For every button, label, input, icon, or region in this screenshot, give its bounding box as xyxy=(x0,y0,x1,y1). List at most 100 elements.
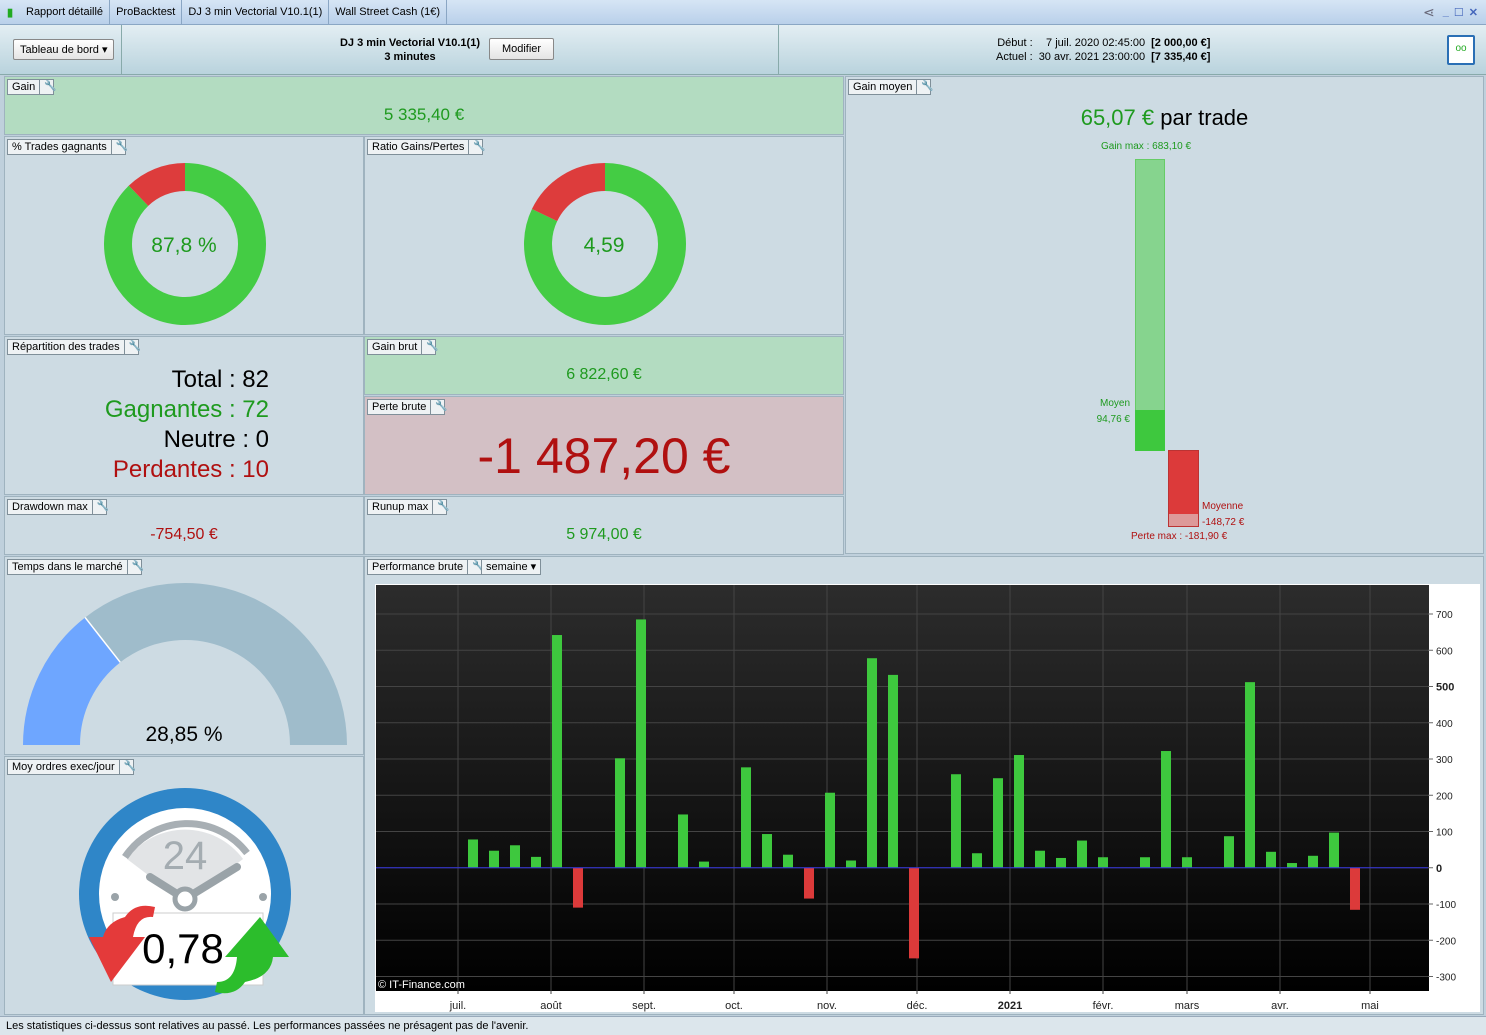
bar xyxy=(888,674,898,868)
x-tick-label: févr. xyxy=(1093,1000,1114,1012)
y-tick-label: 700 xyxy=(1436,610,1453,621)
gross-loss-panel: Perte brute 🔧 -1 487,20 € xyxy=(364,396,844,495)
dashboard-select[interactable]: Tableau de bord ▾ xyxy=(13,39,115,60)
time-in-market-value: 28,85 % xyxy=(145,723,223,746)
minimize-icon[interactable]: _ xyxy=(1443,6,1449,18)
wrench-icon: 🔧 xyxy=(118,760,136,774)
x-tick-label: 2021 xyxy=(998,1000,1022,1012)
tab-detailed-report[interactable]: Rapport détaillé xyxy=(20,0,111,25)
current-label: Actuel : xyxy=(996,51,1033,63)
ratio-panel: Ratio Gains/Pertes 🔧 4,59 xyxy=(364,136,844,335)
bar xyxy=(951,774,961,868)
gain-label[interactable]: Gain 🔧 xyxy=(7,79,57,95)
bar xyxy=(1056,857,1066,868)
avg-gain-suffix: par trade xyxy=(1154,105,1249,130)
runup-panel: Runup max 🔧 5 974,00 € xyxy=(364,496,844,555)
close-icon[interactable]: ✕ xyxy=(1469,6,1478,19)
max-loss-label: Perte max : -181,90 € xyxy=(1131,531,1228,542)
bar xyxy=(1245,682,1255,868)
y-tick-label: 300 xyxy=(1436,755,1453,766)
bar xyxy=(825,792,835,868)
wrench-icon: 🔧 xyxy=(123,340,141,354)
bar xyxy=(1077,840,1087,868)
bar xyxy=(1266,851,1276,868)
gross-gain-value: 6 822,60 € xyxy=(566,366,642,383)
bar xyxy=(972,853,982,868)
bar xyxy=(804,867,814,899)
dashboard-select-label: Tableau de bord xyxy=(20,44,99,56)
bar xyxy=(846,860,856,868)
bar xyxy=(1035,850,1045,868)
report-settings-icon[interactable]: oo xyxy=(1447,35,1475,65)
bar xyxy=(762,834,772,868)
total-trades: Total : 82 xyxy=(171,366,269,393)
win-pct-label[interactable]: % Trades gagnants 🔧 xyxy=(7,139,128,155)
start-capital: [2 000,00 €] xyxy=(1151,37,1211,49)
orders-panel: Moy ordres exec/jour 🔧 24 0,78 xyxy=(4,756,364,1015)
y-tick-label: -100 xyxy=(1436,900,1456,911)
report-header: Tableau de bord ▾ DJ 3 min Vectorial V10… xyxy=(0,25,1486,75)
tab-instrument[interactable]: Wall Street Cash (1€) xyxy=(329,0,448,25)
gross-gain-label[interactable]: Gain brut 🔧 xyxy=(367,339,439,355)
period-select[interactable]: semaine ▾ xyxy=(481,559,542,575)
neutral-trades: Neutre : 0 xyxy=(163,426,269,453)
wrench-icon: 🔧 xyxy=(91,500,109,514)
performance-panel: Performance brute 🔧 semaine ▾ 700 600 500 40… xyxy=(364,556,1484,1015)
bar xyxy=(783,854,793,868)
drawdown-label[interactable]: Drawdown max 🔧 xyxy=(7,499,109,515)
bar xyxy=(867,658,877,868)
x-tick-label: sept. xyxy=(632,1000,656,1012)
avg-win-label: Moyen xyxy=(1099,398,1130,409)
distribution-panel: Répartition des trades 🔧 Total : 82 Gagna… xyxy=(4,336,364,495)
bar xyxy=(615,758,625,868)
runup-label[interactable]: Runup max 🔧 xyxy=(367,499,450,515)
max-gain-bar xyxy=(1135,159,1165,451)
avg-gain-label[interactable]: Gain moyen 🔧 xyxy=(848,79,934,95)
distribution-label[interactable]: Répartition des trades 🔧 xyxy=(7,339,141,355)
timeframe: 3 minutes xyxy=(384,51,436,63)
y-tick-label: -300 xyxy=(1436,973,1456,984)
ratio-value: 4,59 xyxy=(583,234,625,257)
current-capital: [7 335,40 €] xyxy=(1151,51,1211,63)
bar xyxy=(1140,857,1150,868)
bar xyxy=(510,845,520,868)
bar xyxy=(1224,836,1234,868)
y-tick-label: 500 xyxy=(1436,682,1454,694)
maximize-icon[interactable]: ☐ xyxy=(1454,6,1464,19)
clock-icon: 24 xyxy=(79,788,291,1000)
bar xyxy=(468,839,478,868)
bar xyxy=(1350,867,1360,910)
gross-loss-label[interactable]: Perte brute 🔧 xyxy=(367,399,448,415)
performance-label[interactable]: Performance brute 🔧 xyxy=(367,559,485,575)
orders-label[interactable]: Moy ordres exec/jour 🔧 xyxy=(7,759,136,775)
runup-value: 5 974,00 € xyxy=(566,526,642,543)
wrench-icon: 🔧 xyxy=(468,140,486,154)
y-tick-label: 400 xyxy=(1436,719,1453,730)
start-label: Début : xyxy=(997,37,1033,49)
wrench-icon: 🔧 xyxy=(432,500,450,514)
wrench-icon: 🔧 xyxy=(110,140,128,154)
modify-button[interactable]: Modifier xyxy=(489,38,554,60)
drawdown-value: -754,50 € xyxy=(150,526,218,543)
loss-segment xyxy=(128,163,186,207)
losing-trades: Perdantes : 10 xyxy=(112,456,269,483)
bar xyxy=(552,635,562,868)
x-tick-label: nov. xyxy=(817,1000,837,1012)
candlestick-icon: ▮ xyxy=(6,6,14,19)
wrench-icon: 🔧 xyxy=(39,80,57,94)
gross-loss-value: -1 487,20 € xyxy=(477,428,731,484)
bar xyxy=(909,867,919,959)
avg-win-value: 94,76 € xyxy=(1096,414,1130,425)
gross-gain-panel: Gain brut 🔧 6 822,60 € xyxy=(364,336,844,395)
y-tick-label: 100 xyxy=(1436,828,1453,839)
share-icon[interactable]: ⋖ xyxy=(1423,4,1435,21)
y-tick-label: -200 xyxy=(1436,936,1456,947)
tab-probacktest[interactable]: ProBacktest xyxy=(110,0,183,25)
clock-text: 24 xyxy=(163,834,208,878)
bar xyxy=(573,867,583,908)
ratio-label[interactable]: Ratio Gains/Pertes 🔧 xyxy=(367,139,486,155)
bar xyxy=(699,861,709,868)
win-pct-panel: % Trades gagnants 🔧 87,8 % xyxy=(4,136,364,335)
tab-system[interactable]: DJ 3 min Vectorial V10.1(1) xyxy=(182,0,330,25)
bar xyxy=(1161,751,1171,868)
